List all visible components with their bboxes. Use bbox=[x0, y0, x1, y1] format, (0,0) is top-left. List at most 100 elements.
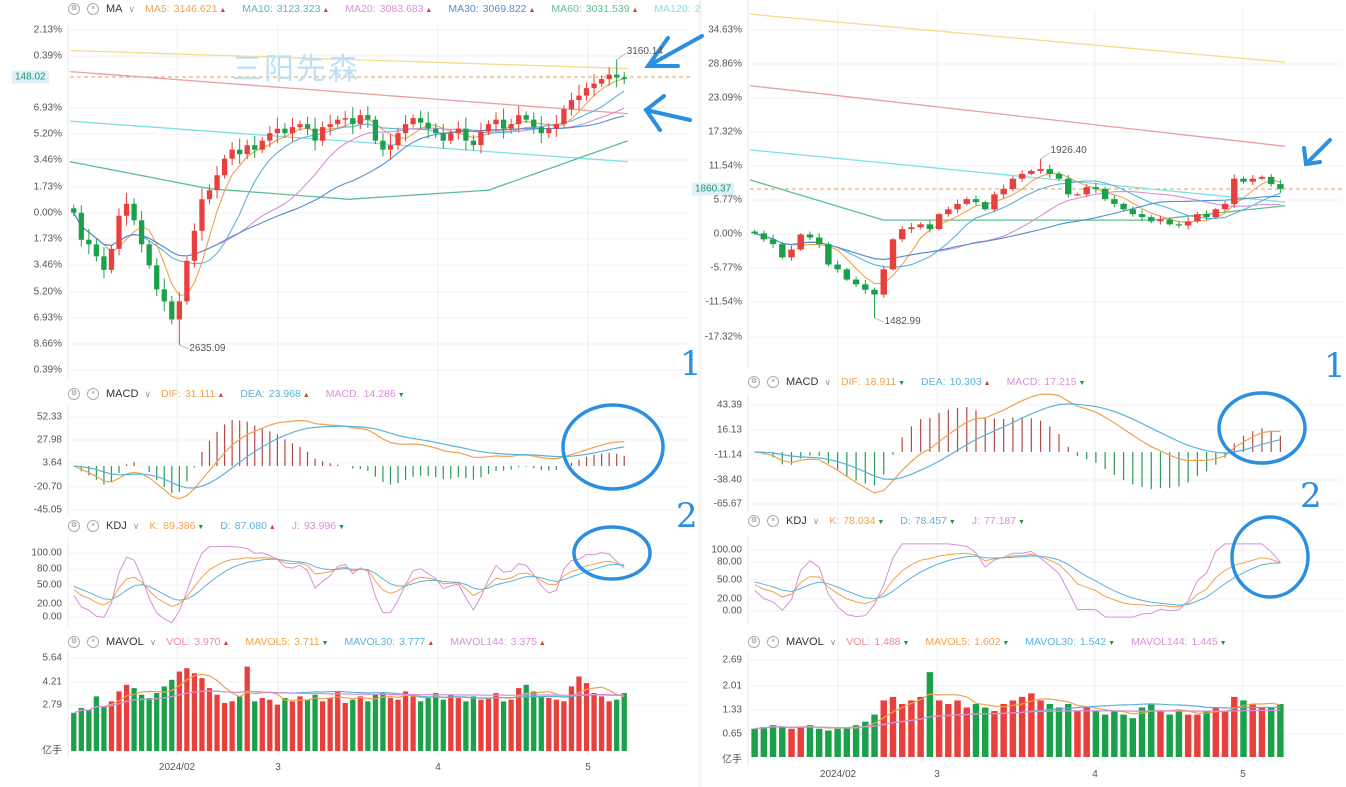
kdj-tick-label: 0.00 bbox=[42, 611, 62, 623]
indicator-label: DEA: bbox=[921, 376, 946, 388]
close-icon[interactable]: × bbox=[767, 515, 779, 527]
volume-bar bbox=[546, 698, 552, 751]
indicator-name[interactable]: KDJ bbox=[106, 520, 127, 532]
close-icon[interactable]: × bbox=[87, 520, 99, 532]
up-triangle-icon: ▲ bbox=[423, 7, 433, 14]
close-icon[interactable]: × bbox=[87, 3, 99, 15]
indicator-number: 3.375 bbox=[510, 636, 537, 648]
candle bbox=[312, 117, 318, 151]
candle-body bbox=[470, 140, 477, 146]
volume-bar bbox=[327, 698, 333, 751]
candle-body bbox=[312, 128, 318, 141]
close-icon[interactable]: × bbox=[767, 376, 779, 388]
chevron-down-icon[interactable]: ∨ bbox=[133, 521, 140, 532]
indicator-name[interactable]: MA bbox=[106, 3, 123, 15]
candle-body bbox=[538, 127, 544, 134]
candle-body bbox=[206, 190, 213, 200]
settings-icon[interactable]: ⚙ bbox=[748, 515, 760, 527]
candle-body bbox=[425, 122, 431, 129]
candle-body bbox=[357, 115, 363, 125]
indicator-name[interactable]: KDJ bbox=[786, 515, 807, 527]
down-triangle-icon: ▼ bbox=[900, 640, 910, 647]
volume-bar bbox=[1092, 711, 1100, 757]
candle-body bbox=[350, 118, 356, 125]
volume-bar bbox=[335, 691, 341, 751]
candle-body bbox=[1148, 217, 1155, 222]
candle bbox=[880, 265, 887, 298]
mavol30-line bbox=[754, 703, 1281, 730]
chevron-down-icon[interactable]: ∨ bbox=[813, 516, 820, 527]
volume-bar bbox=[1083, 707, 1090, 757]
volume-bar bbox=[954, 700, 961, 757]
chevron-down-icon[interactable]: ∨ bbox=[830, 637, 837, 648]
extreme-price-label: 2635.09 bbox=[189, 342, 226, 354]
candle bbox=[199, 188, 205, 241]
candle-body bbox=[199, 199, 205, 231]
up-triangle-icon: ▲ bbox=[220, 640, 230, 647]
indicator-label: J: bbox=[971, 515, 980, 527]
volume-bar bbox=[101, 706, 107, 751]
up-triangle-icon: ▲ bbox=[425, 640, 435, 647]
candle bbox=[146, 240, 152, 269]
candle-body bbox=[372, 119, 379, 141]
candle-body bbox=[991, 194, 998, 210]
chevron-down-icon[interactable]: ∨ bbox=[824, 377, 831, 388]
indicator-name[interactable]: MAVOL bbox=[786, 636, 824, 648]
volume-bar bbox=[485, 698, 492, 751]
volume-bar bbox=[237, 696, 243, 751]
extreme-price-label: 1482.99 bbox=[884, 315, 921, 327]
candle-body bbox=[1240, 178, 1247, 182]
indicator-name[interactable]: MACD bbox=[106, 388, 138, 400]
close-icon[interactable]: × bbox=[767, 636, 779, 648]
candle-body bbox=[981, 202, 989, 210]
volume-bar bbox=[448, 694, 454, 751]
indicator-value: D: 87.080 ▲ bbox=[220, 520, 276, 532]
volume-bar bbox=[1258, 707, 1266, 757]
chevron-down-icon[interactable]: ∨ bbox=[129, 4, 136, 15]
chevron-down-icon[interactable]: ∨ bbox=[144, 389, 151, 400]
candle-body bbox=[954, 203, 961, 210]
candle-body bbox=[252, 145, 258, 150]
volume-bar bbox=[1037, 700, 1044, 757]
indicator-number: 93.996 bbox=[303, 520, 337, 532]
candle bbox=[1175, 221, 1183, 229]
indicator-name[interactable]: MACD bbox=[786, 376, 818, 388]
kdj-header: ⚙ × KDJ ∨ K: 89.386 ▼ D: 87.080 ▲ J: 93.996 ▼ bbox=[68, 520, 357, 532]
settings-icon[interactable]: ⚙ bbox=[68, 388, 80, 400]
down-triangle-icon: ▼ bbox=[1217, 640, 1227, 647]
indicator-value: MAVOL5: 3.711 ▼ bbox=[245, 636, 328, 648]
up-triangle-icon: ▲ bbox=[266, 524, 276, 531]
indicator-label: VOL: bbox=[166, 636, 191, 648]
volume-bar bbox=[779, 726, 786, 757]
candle bbox=[963, 196, 970, 206]
volume-bar bbox=[1065, 703, 1072, 757]
volume-bar bbox=[1157, 711, 1164, 757]
candle bbox=[335, 115, 341, 128]
x-tick-label: 4 bbox=[435, 762, 441, 773]
settings-icon[interactable]: ⚙ bbox=[748, 636, 760, 648]
volume-bar bbox=[1129, 718, 1137, 757]
up-triangle-icon: ▲ bbox=[629, 7, 639, 14]
close-icon[interactable]: × bbox=[87, 388, 99, 400]
y-tick-label: 2.13% bbox=[33, 24, 62, 36]
candle-body bbox=[926, 224, 934, 230]
settings-icon[interactable]: ⚙ bbox=[68, 3, 80, 15]
volume-bar bbox=[561, 701, 567, 751]
candle bbox=[455, 121, 461, 140]
volume-bar bbox=[583, 683, 590, 751]
indicator-name[interactable]: MAVOL bbox=[106, 636, 144, 648]
settings-icon[interactable]: ⚙ bbox=[748, 376, 760, 388]
candle-body bbox=[917, 224, 924, 228]
candle-body bbox=[843, 269, 851, 280]
current-price-tag: 148.02 bbox=[12, 70, 49, 84]
close-icon[interactable]: × bbox=[87, 636, 99, 648]
indicator-label: MACD: bbox=[1006, 376, 1041, 388]
volume-bar bbox=[981, 707, 989, 757]
settings-icon[interactable]: ⚙ bbox=[68, 636, 80, 648]
chevron-down-icon[interactable]: ∨ bbox=[150, 637, 157, 648]
candle bbox=[214, 166, 220, 199]
volume-bar bbox=[500, 701, 507, 751]
settings-icon[interactable]: ⚙ bbox=[68, 520, 80, 532]
volume-bar bbox=[1074, 711, 1081, 757]
candle-body bbox=[1074, 194, 1081, 196]
